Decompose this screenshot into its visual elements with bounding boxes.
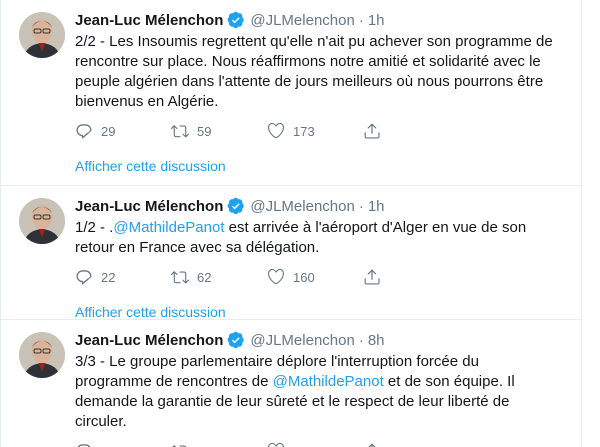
reply-icon [76, 124, 92, 139]
tweet-header: Jean-Luc Mélenchon @JLMelenchon · 8h [75, 329, 569, 351]
reply-icon [77, 444, 91, 447]
avatar[interactable] [19, 198, 65, 244]
tweet[interactable]: Jean-Luc Mélenchon @JLMelenchon · 8h 3/3… [1, 320, 581, 447]
retweet-button[interactable]: 59 [171, 122, 267, 140]
share-button[interactable] [363, 122, 403, 140]
retweet-count: 62 [197, 269, 212, 285]
like-icon [267, 268, 285, 285]
like-icon [267, 122, 285, 139]
author-handle[interactable]: @JLMelenchon [250, 12, 354, 29]
separator-dot: · [358, 197, 364, 215]
verified-badge-icon [227, 331, 245, 349]
author-handle[interactable]: @JLMelenchon [250, 332, 354, 349]
reply-button[interactable]: 38 [75, 442, 171, 447]
verified-badge-icon [227, 197, 245, 215]
mention-link[interactable]: @MathildePanot [273, 373, 384, 390]
retweet-count: 145 [197, 444, 219, 447]
retweet-button[interactable]: 145 [171, 442, 267, 447]
verified-badge-icon [227, 11, 245, 29]
tweet-text-body: 2/2 - Les Insoumis regrettent qu'elle n'… [75, 33, 553, 110]
author-name[interactable]: Jean-Luc Mélenchon [75, 12, 223, 29]
tweet-actions: 29 59 173 [75, 121, 569, 141]
share-button[interactable] [363, 442, 403, 447]
tweet[interactable]: Jean-Luc Mélenchon @JLMelenchon · 1h 2/2… [1, 0, 581, 186]
tweet-text: 1/2 - .@MathildePanot est arrivée à l'aé… [75, 218, 569, 258]
retweet-icon [171, 125, 189, 138]
like-icon [268, 442, 284, 447]
author-name[interactable]: Jean-Luc Mélenchon [75, 332, 223, 349]
show-thread-link[interactable]: Afficher cette discussion [75, 304, 569, 320]
timestamp[interactable]: 1h [368, 198, 385, 215]
like-count: 263 [293, 444, 315, 447]
timestamp[interactable]: 8h [368, 332, 385, 349]
retweet-icon [172, 445, 187, 447]
reply-icon [76, 270, 92, 285]
tweet-text: 3/3 - Le groupe parlementaire déplore l'… [75, 352, 569, 432]
tweet-header: Jean-Luc Mélenchon @JLMelenchon · 1h [75, 195, 569, 217]
show-thread-link[interactable]: Afficher cette discussion [75, 158, 569, 174]
author-name[interactable]: Jean-Luc Mélenchon [75, 198, 223, 215]
reply-button[interactable]: 29 [75, 122, 171, 140]
mention-link[interactable]: @MathildePanot [113, 219, 224, 236]
timestamp[interactable]: 1h [368, 12, 385, 29]
timeline-feed: Jean-Luc Mélenchon @JLMelenchon · 1h 2/2… [0, 0, 582, 447]
tweet-actions: 22 62 160 [75, 267, 569, 287]
like-button[interactable]: 160 [267, 268, 363, 286]
like-count: 160 [293, 269, 315, 285]
retweet-icon [171, 271, 189, 284]
like-button[interactable]: 263 [267, 442, 363, 447]
share-icon [364, 123, 380, 139]
reply-count: 22 [101, 269, 116, 285]
tweet[interactable]: Jean-Luc Mélenchon @JLMelenchon · 1h 1/2… [1, 186, 581, 320]
retweet-button[interactable]: 62 [171, 268, 267, 286]
share-icon [364, 269, 380, 285]
like-count: 173 [293, 123, 315, 139]
share-button[interactable] [363, 268, 403, 286]
tweet-text-body: 1/2 - . [75, 219, 114, 236]
avatar[interactable] [19, 12, 65, 58]
separator-dot: · [358, 11, 364, 29]
tweet-text: 2/2 - Les Insoumis regrettent qu'elle n'… [75, 32, 569, 112]
author-handle[interactable]: @JLMelenchon [250, 198, 354, 215]
like-button[interactable]: 173 [267, 122, 363, 140]
reply-button[interactable]: 22 [75, 268, 171, 286]
retweet-count: 59 [197, 123, 212, 139]
reply-count: 29 [101, 123, 116, 139]
share-icon [368, 443, 376, 447]
tweet-header: Jean-Luc Mélenchon @JLMelenchon · 1h [75, 9, 569, 31]
tweet-actions: 38 145 263 [75, 441, 569, 447]
separator-dot: · [358, 331, 364, 349]
reply-count: 38 [101, 444, 115, 447]
avatar[interactable] [19, 332, 65, 378]
